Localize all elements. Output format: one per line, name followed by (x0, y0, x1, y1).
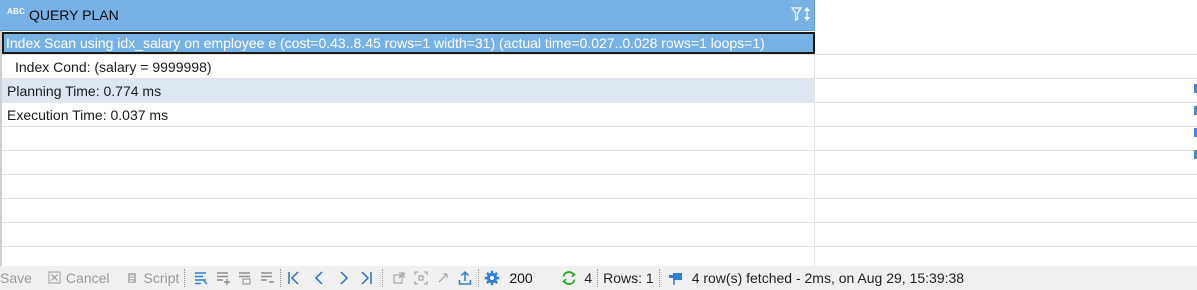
separator (280, 269, 282, 287)
table-cell[interactable]: Execution Time: 0.037 ms (2, 103, 815, 127)
grid-rows: Index Scan using idx_salary on employee … (0, 31, 1197, 266)
fetch-size-input[interactable] (503, 268, 554, 288)
cancel-label: Cancel (65, 270, 110, 286)
table-cell[interactable]: Index Scan using idx_salary on employee … (2, 32, 815, 54)
fit-columns-icon[interactable] (413, 270, 429, 286)
cancel-button[interactable]: Cancel (44, 270, 110, 286)
separator (658, 269, 660, 287)
separator (382, 269, 384, 287)
empty-row (0, 175, 1197, 199)
pin-icon[interactable] (668, 270, 684, 286)
table-row[interactable]: Index Cond: (salary = 9999998) (0, 55, 1197, 79)
gear-icon[interactable] (484, 270, 500, 286)
open-panel-icon[interactable] (391, 270, 407, 286)
table-row[interactable]: Planning Time: 0.774 ms (0, 79, 1197, 103)
column-title: QUERY PLAN (28, 7, 119, 23)
separator (478, 269, 480, 287)
results-grid: ABC QUERY PLAN Index Scan using idx_sala… (0, 0, 1197, 266)
column-tools (791, 6, 811, 22)
format-text-icon[interactable] (193, 270, 209, 286)
separator (597, 269, 599, 287)
empty-row (0, 247, 1197, 266)
filter-icon[interactable] (791, 7, 802, 21)
next-page-icon[interactable] (336, 270, 352, 286)
fetch-status-text: 4 row(s) fetched - 2ms, on Aug 29, 15:39… (691, 270, 965, 286)
rows-count: Rows: 1 (603, 270, 654, 286)
grid-left-border (0, 31, 2, 266)
copy-row-icon[interactable] (237, 270, 253, 286)
empty-row (0, 151, 1197, 175)
empty-row (0, 223, 1197, 247)
table-row[interactable]: Execution Time: 0.037 ms (0, 103, 1197, 127)
separator (184, 269, 186, 287)
more-options-icon[interactable] (435, 270, 451, 286)
header-empty-area (815, 0, 1197, 31)
save-label: Save (0, 270, 32, 286)
sort-icon[interactable] (803, 6, 811, 22)
last-page-icon[interactable] (358, 270, 374, 286)
column-header-query-plan[interactable]: ABC QUERY PLAN (0, 0, 815, 31)
cancel-icon (48, 271, 61, 284)
empty-row (0, 199, 1197, 223)
delete-row-icon[interactable] (259, 270, 275, 286)
text-type-icon: ABC (7, 7, 25, 16)
save-button[interactable]: Save (0, 270, 32, 286)
script-button[interactable]: Script (122, 270, 180, 286)
script-icon (127, 273, 136, 283)
previous-page-icon[interactable] (311, 270, 327, 286)
table-cell[interactable]: Planning Time: 0.774 ms (2, 79, 815, 103)
empty-row (0, 127, 1197, 151)
table-cell[interactable]: Index Cond: (salary = 9999998) (2, 55, 815, 79)
results-statusbar: Save Cancel Script 200 4 Rows: 1 4 row(s… (0, 266, 1197, 290)
add-row-icon[interactable] (215, 270, 231, 286)
script-label: Script (143, 270, 180, 286)
first-page-icon[interactable] (286, 270, 302, 286)
table-row[interactable]: Index Scan using idx_salary on employee … (0, 31, 1197, 55)
refresh-icon[interactable] (561, 270, 577, 286)
export-icon[interactable] (457, 270, 473, 286)
refresh-count[interactable]: 4 (584, 270, 592, 286)
